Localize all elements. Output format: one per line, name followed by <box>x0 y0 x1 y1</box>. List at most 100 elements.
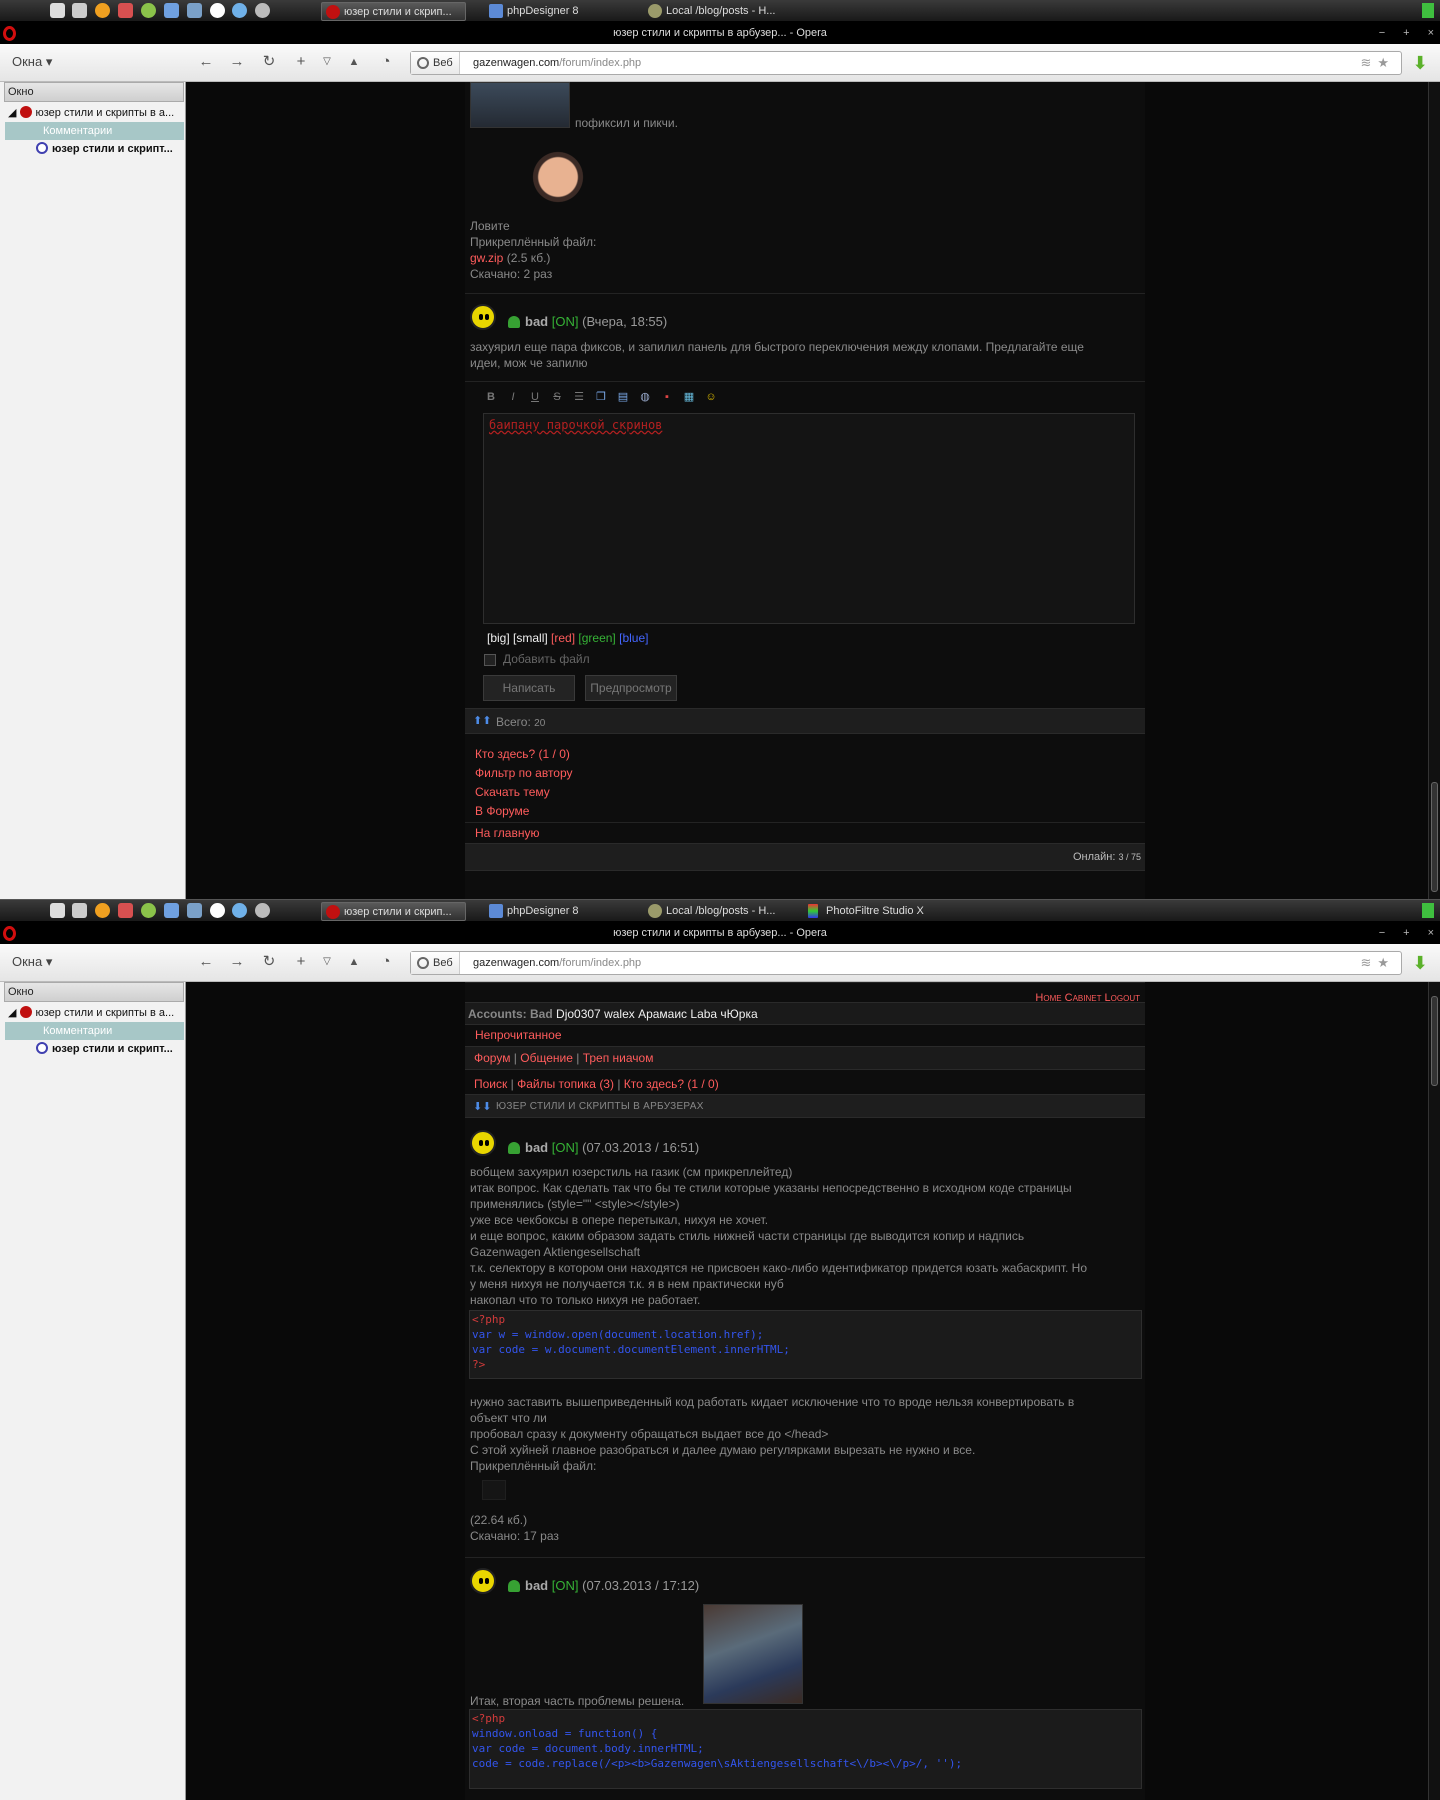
url-text[interactable]: gazenwagen.com/forum/index.php <box>473 52 641 74</box>
minimize-button[interactable]: − <box>1379 927 1385 939</box>
copy-icon[interactable]: ❐ <box>593 390 609 404</box>
download-topic-link[interactable]: Скачать тему <box>475 785 550 799</box>
crumb-forum[interactable]: Форум <box>474 1051 510 1065</box>
rss-icon[interactable]: ≋ <box>1360 955 1377 970</box>
browser-icon[interactable] <box>232 903 247 918</box>
format-big-button[interactable]: [big] <box>487 631 510 645</box>
topic-files-link[interactable]: Файлы топика <box>517 1077 596 1091</box>
search-link[interactable]: Поиск <box>474 1077 507 1091</box>
panel-tab-comments[interactable]: Комментарии <box>5 122 184 140</box>
close-button[interactable]: × <box>1428 27 1434 39</box>
arrow-down-icon[interactable]: ⬇⬇ <box>473 1100 491 1113</box>
address-bar[interactable]: Веб gazenwagen.com/forum/index.php ≋★ <box>410 951 1402 975</box>
rss-app-icon[interactable] <box>141 903 156 918</box>
flag-icon[interactable] <box>1422 3 1434 18</box>
who-here-link[interactable]: Кто здесь? (1 / 0) <box>475 747 570 761</box>
taskbar-tab-local[interactable]: Local /blog/posts - H... <box>644 2 794 21</box>
to-forum-link[interactable]: В Форуме <box>475 804 529 818</box>
crumb-general[interactable]: Общение <box>520 1051 573 1065</box>
avatar[interactable] <box>470 1568 496 1594</box>
url-text[interactable]: gazenwagen.com/forum/index.php <box>473 952 641 974</box>
panel-tab-item[interactable]: юзер стили и скрипт... <box>36 1040 184 1058</box>
doc-icon[interactable] <box>164 3 179 18</box>
download-icon[interactable]: ⬇ <box>1410 953 1430 973</box>
back-icon[interactable]: ← <box>197 953 215 971</box>
taskbar-tab-opera[interactable]: юзер стили и скрип... <box>321 902 466 921</box>
up-icon[interactable]: ▲ <box>345 953 363 971</box>
opera-icon[interactable] <box>210 3 225 18</box>
app-icon[interactable] <box>118 903 133 918</box>
windows-menu[interactable]: Окна ▾ <box>12 54 52 70</box>
underline-button[interactable]: U <box>527 391 543 405</box>
author-link[interactable]: bad <box>525 1140 548 1155</box>
add-tab-icon[interactable]: + <box>292 53 310 71</box>
browser-icon[interactable] <box>232 3 247 18</box>
close-button[interactable]: × <box>1428 927 1434 939</box>
monitor-icon[interactable] <box>187 903 202 918</box>
format-blue-button[interactable]: [blue] <box>619 631 648 645</box>
submit-button[interactable]: Написать <box>483 675 575 701</box>
attach-checkbox[interactable] <box>484 654 496 666</box>
panel-window-item[interactable]: ◢ юзер стили и скрипты в а... <box>8 104 184 122</box>
folder-icon[interactable] <box>50 903 65 918</box>
avatar[interactable] <box>470 1130 496 1156</box>
page-scrollbar[interactable] <box>1428 982 1440 1800</box>
filter-author-link[interactable]: Фильтр по автору <box>475 766 573 780</box>
windows-menu[interactable]: Окна ▾ <box>12 954 52 970</box>
reload-icon[interactable]: ↻ <box>260 953 278 971</box>
maximize-button[interactable]: + <box>1403 27 1409 39</box>
opera-icon[interactable] <box>210 903 225 918</box>
folder-icon[interactable] <box>50 3 65 18</box>
bookmark-star-icon[interactable]: ★ <box>1377 955 1395 970</box>
format-red-button[interactable]: [red] <box>551 631 575 645</box>
author-link[interactable]: bad <box>525 1578 548 1593</box>
page-scrollbar[interactable] <box>1428 82 1440 899</box>
scrollbar-thumb[interactable] <box>1431 782 1438 892</box>
rss-icon[interactable]: ≋ <box>1360 55 1377 70</box>
globe-icon[interactable] <box>255 3 270 18</box>
strike-button[interactable]: S <box>549 391 565 405</box>
message-textarea[interactable]: баипану парочкой скринов <box>483 413 1135 624</box>
color-icon[interactable]: ▪ <box>659 391 675 405</box>
speed-dial-icon[interactable]: ◔ <box>377 53 395 71</box>
avast-icon[interactable] <box>95 903 110 918</box>
app-icon[interactable] <box>118 3 133 18</box>
bookmark-star-icon[interactable]: ★ <box>1377 55 1395 70</box>
monitor-icon[interactable] <box>187 3 202 18</box>
taskbar-tab-photofiltre[interactable]: PhotoFiltre Studio X <box>804 902 954 921</box>
history-dropdown-icon[interactable]: ▽ <box>318 953 336 971</box>
opera-logo-icon[interactable] <box>3 926 16 941</box>
who-here-link[interactable]: Кто здесь? <box>624 1077 684 1091</box>
history-dropdown-icon[interactable]: ▽ <box>318 53 336 71</box>
attachment-thumbnail[interactable] <box>482 1480 506 1500</box>
panel-tab-item[interactable]: юзер стили и скрипт... <box>36 140 184 158</box>
forward-icon[interactable]: → <box>228 953 246 971</box>
forward-icon[interactable]: → <box>228 53 246 71</box>
crumb-offtopic[interactable]: Треп ниачом <box>583 1051 654 1065</box>
taskbar-tab-phpdesigner[interactable]: phpDesigner 8 <box>485 902 630 921</box>
panel-tab-comments[interactable]: Комментарии <box>5 1022 184 1040</box>
minimize-button[interactable]: − <box>1379 27 1385 39</box>
address-bar[interactable]: Веб gazenwagen.com/forum/index.php ≋★ <box>410 51 1402 75</box>
author-link[interactable]: bad <box>525 314 548 329</box>
preview-button[interactable]: Предпросмотр <box>585 675 677 701</box>
clapper-icon[interactable] <box>72 3 87 18</box>
taskbar-tab-local[interactable]: Local /blog/posts - H... <box>644 902 794 921</box>
smile-icon[interactable]: ☺ <box>703 391 719 405</box>
home-link[interactable]: На главную <box>475 826 539 840</box>
bold-button[interactable]: B <box>483 391 499 405</box>
attachment-link[interactable]: gw.zip <box>470 251 503 265</box>
attached-photo[interactable] <box>703 1604 803 1704</box>
format-small-button[interactable]: [small] <box>513 631 548 645</box>
attached-photo[interactable] <box>470 82 570 128</box>
up-icon[interactable]: ▲ <box>345 53 363 71</box>
table-icon[interactable]: ▦ <box>681 390 697 404</box>
rss-app-icon[interactable] <box>141 3 156 18</box>
add-tab-icon[interactable]: + <box>292 953 310 971</box>
speed-dial-icon[interactable]: ◔ <box>377 953 395 971</box>
italic-button[interactable]: I <box>505 391 521 405</box>
maximize-button[interactable]: + <box>1403 927 1409 939</box>
back-icon[interactable]: ← <box>197 53 215 71</box>
scrollbar-thumb[interactable] <box>1431 996 1438 1086</box>
unread-link[interactable]: Непрочитанное <box>475 1028 562 1042</box>
